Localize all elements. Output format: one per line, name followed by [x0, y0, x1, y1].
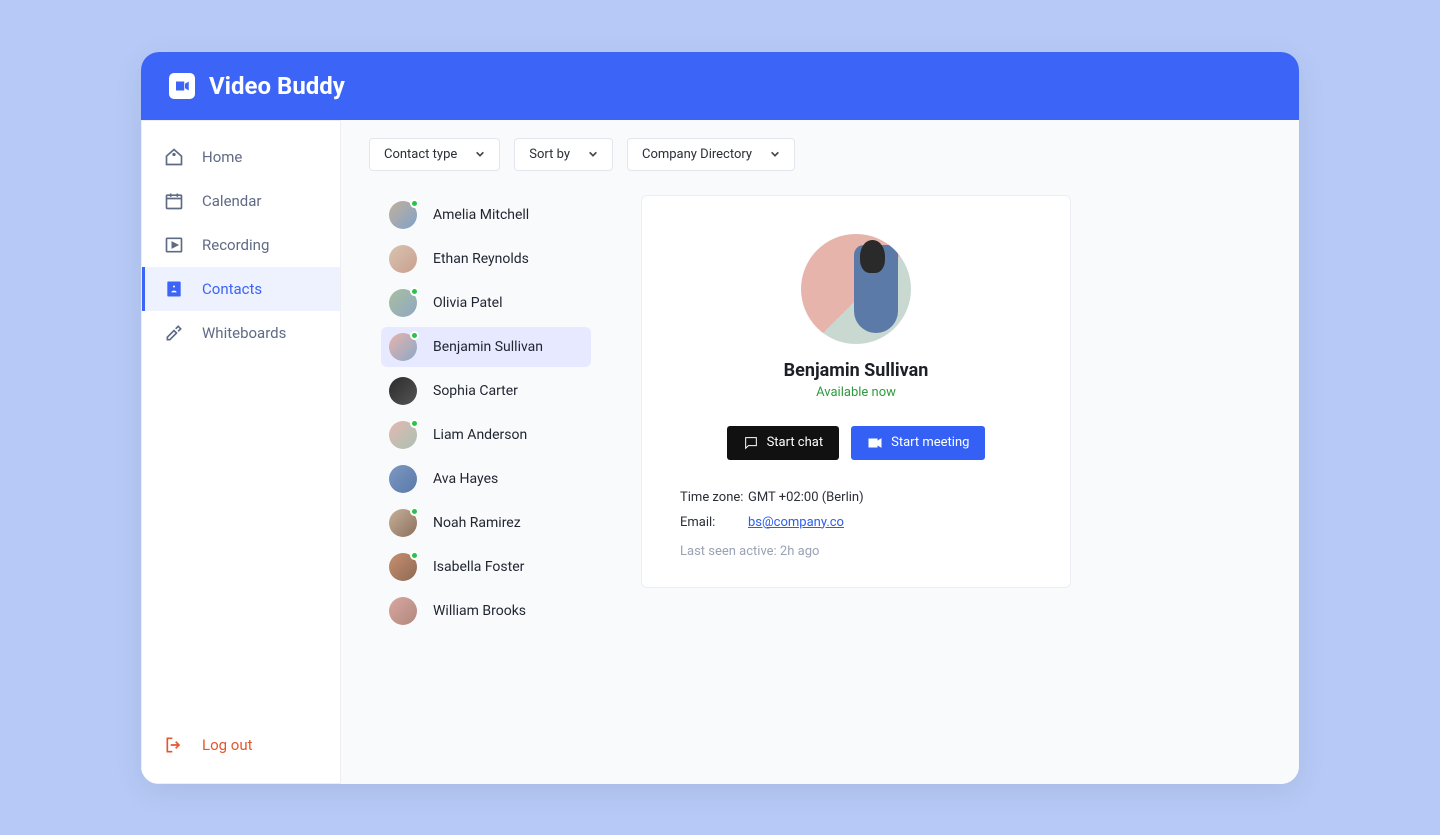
sidebar-item-label: Calendar	[202, 192, 262, 210]
contacts-icon	[164, 279, 184, 299]
filter-label: Sort by	[529, 147, 570, 162]
contact-name: Liam Anderson	[433, 427, 527, 443]
sidebar-item-home[interactable]: Home	[142, 135, 340, 179]
video-icon	[867, 435, 883, 451]
avatar	[389, 201, 417, 229]
info-value: bs@company.co	[748, 515, 844, 530]
avatar	[389, 465, 417, 493]
avatar	[389, 597, 417, 625]
contact-name: Sophia Carter	[433, 383, 518, 399]
contacts-list: Amelia Mitchell Ethan Reynolds Olivia Pate…	[381, 195, 591, 635]
presence-indicator	[410, 419, 419, 428]
filter-directory[interactable]: Company Directory	[627, 138, 795, 171]
contact-row[interactable]: Amelia Mitchell	[381, 195, 591, 235]
contact-name: Benjamin Sullivan	[433, 339, 543, 355]
filter-bar: Contact type Sort by Company Directory	[369, 138, 1271, 171]
avatar	[389, 421, 417, 449]
contact-row[interactable]: William Brooks	[381, 591, 591, 631]
sidebar-item-label: Contacts	[202, 280, 262, 298]
sidebar-item-whiteboards[interactable]: Whiteboards	[142, 311, 340, 355]
contact-row[interactable]: Ava Hayes	[381, 459, 591, 499]
brand-title: Video Buddy	[209, 72, 345, 100]
start-chat-button[interactable]: Start chat	[727, 426, 840, 460]
contact-row[interactable]: Ethan Reynolds	[381, 239, 591, 279]
detail-status: Available now	[680, 385, 1032, 400]
filter-sort-by[interactable]: Sort by	[514, 138, 613, 171]
contact-name: William Brooks	[433, 603, 526, 619]
filter-label: Contact type	[384, 147, 457, 162]
filter-label: Company Directory	[642, 147, 752, 162]
contact-name: Olivia Patel	[433, 295, 503, 311]
presence-indicator	[410, 551, 419, 560]
info-value: GMT +02:00 (Berlin)	[748, 490, 864, 505]
avatar	[389, 553, 417, 581]
sidebar-item-label: Home	[202, 148, 242, 166]
detail-actions: Start chat Start meeting	[680, 426, 1032, 460]
detail-name: Benjamin Sullivan	[680, 360, 1032, 381]
chevron-down-icon	[770, 149, 780, 159]
app-body: Home Calendar Recording Contacts Whitebo…	[141, 120, 1299, 784]
chevron-down-icon	[588, 149, 598, 159]
presence-indicator	[410, 199, 419, 208]
contact-name: Ethan Reynolds	[433, 251, 529, 267]
contact-row[interactable]: Sophia Carter	[381, 371, 591, 411]
contact-row[interactable]: Noah Ramirez	[381, 503, 591, 543]
avatar	[389, 289, 417, 317]
chat-icon	[743, 435, 759, 451]
info-row-timezone: Time zone: GMT +02:00 (Berlin)	[680, 490, 1032, 505]
filter-contact-type[interactable]: Contact type	[369, 138, 500, 171]
presence-indicator	[410, 331, 419, 340]
calendar-icon	[164, 191, 184, 211]
app-window: Video Buddy Home Calendar Recording	[141, 52, 1299, 784]
contact-name: Amelia Mitchell	[433, 207, 529, 223]
contact-row[interactable]: Liam Anderson	[381, 415, 591, 455]
button-label: Start chat	[767, 435, 824, 450]
contact-name: Ava Hayes	[433, 471, 498, 487]
logout-button[interactable]: Log out	[142, 717, 340, 783]
chevron-down-icon	[475, 149, 485, 159]
contact-name: Noah Ramirez	[433, 515, 521, 531]
contact-name: Isabella Foster	[433, 559, 524, 575]
whiteboards-icon	[164, 323, 184, 343]
presence-indicator	[410, 507, 419, 516]
main-panel: Contact type Sort by Company Directory A…	[341, 120, 1299, 784]
sidebar-item-label: Recording	[202, 236, 269, 254]
home-icon	[164, 147, 184, 167]
email-link[interactable]: bs@company.co	[748, 515, 844, 530]
sidebar-item-contacts[interactable]: Contacts	[142, 267, 340, 311]
start-meeting-button[interactable]: Start meeting	[851, 426, 985, 460]
contact-row[interactable]: Isabella Foster	[381, 547, 591, 587]
contact-row[interactable]: Olivia Patel	[381, 283, 591, 323]
content-area: Amelia Mitchell Ethan Reynolds Olivia Pate…	[369, 195, 1271, 635]
sidebar: Home Calendar Recording Contacts Whitebo…	[141, 120, 341, 784]
sidebar-nav: Home Calendar Recording Contacts Whitebo…	[142, 121, 340, 717]
logo-icon	[169, 73, 195, 99]
info-label: Email:	[680, 515, 748, 530]
detail-avatar	[801, 234, 911, 344]
sidebar-item-calendar[interactable]: Calendar	[142, 179, 340, 223]
app-header: Video Buddy	[141, 52, 1299, 120]
sidebar-item-label: Whiteboards	[202, 324, 286, 342]
logout-icon	[164, 735, 184, 755]
button-label: Start meeting	[891, 435, 969, 450]
avatar	[389, 245, 417, 273]
logout-label: Log out	[202, 736, 253, 754]
last-seen-text: Last seen active: 2h ago	[680, 544, 1032, 559]
avatar	[389, 377, 417, 405]
sidebar-item-recording[interactable]: Recording	[142, 223, 340, 267]
contact-detail-card: Benjamin Sullivan Available now Start ch…	[641, 195, 1071, 588]
avatar	[389, 333, 417, 361]
info-label: Time zone:	[680, 490, 748, 505]
info-row-email: Email: bs@company.co	[680, 515, 1032, 530]
avatar	[389, 509, 417, 537]
contact-row[interactable]: Benjamin Sullivan	[381, 327, 591, 367]
recording-icon	[164, 235, 184, 255]
presence-indicator	[410, 287, 419, 296]
